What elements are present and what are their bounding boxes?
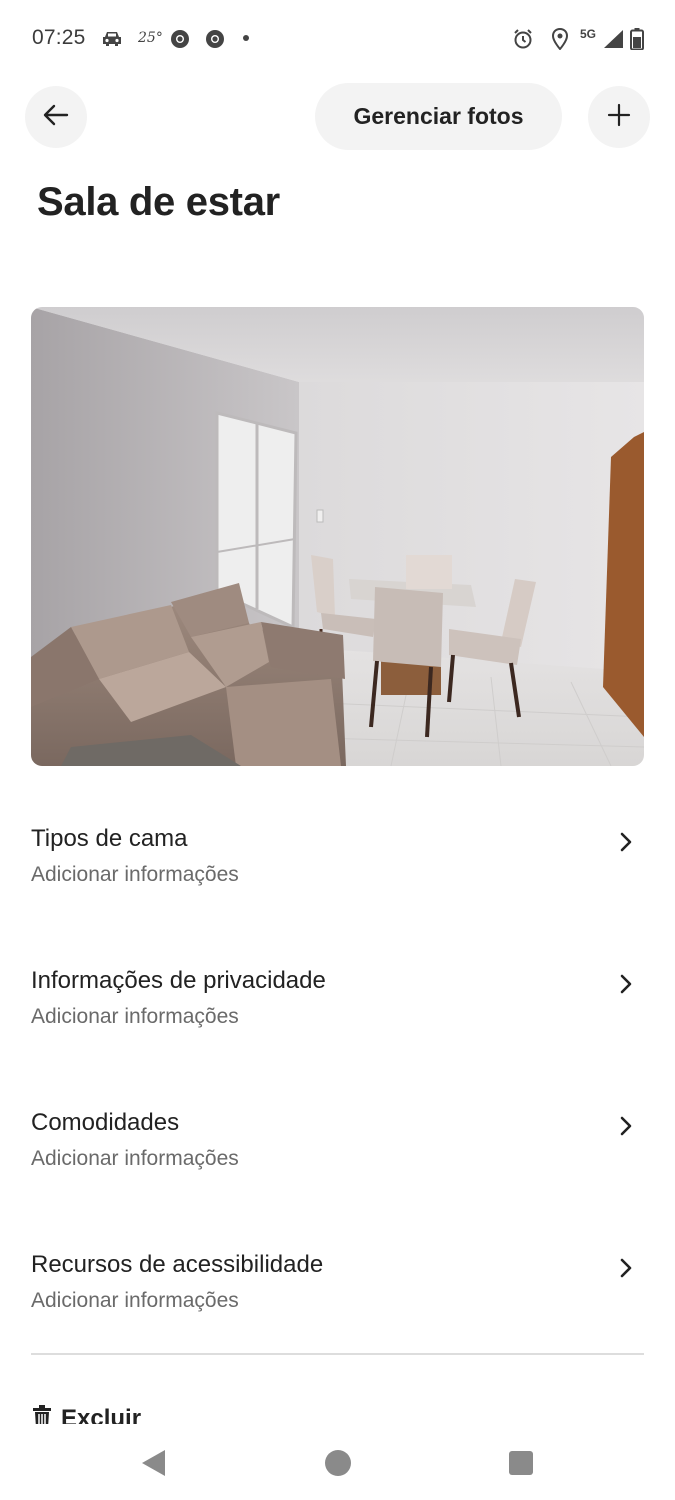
manage-photos-label: Gerenciar fotos [353,103,524,129]
recents-square-icon[interactable] [509,1451,533,1475]
row-subtitle: Adicionar informações [31,1289,239,1312]
row-subtitle: Adicionar informações [31,863,239,886]
car-icon [100,26,124,52]
row-title: Tipos de cama [31,825,188,852]
add-button[interactable] [588,86,650,148]
notification-dot-icon [243,35,249,41]
chrome-icon [168,26,192,52]
status-bar: 07:25 25° 5G [0,0,675,80]
page-title: Sala de estar [37,180,280,224]
row-title: Comodidades [31,1109,180,1136]
row-subtitle: Adicionar informações [31,1147,239,1170]
list-item-bed-types[interactable]: Tipos de cama Adicionar informações [31,825,644,925]
signal-icon [602,26,624,52]
room-photo[interactable] [31,307,644,766]
list-item-accessibility[interactable]: Recursos de acessibilidade Adicionar inf… [31,1251,644,1351]
chevron-right-icon [616,971,636,997]
home-circle-icon[interactable] [325,1450,351,1476]
back-triangle-icon[interactable] [142,1450,165,1476]
chevron-right-icon [616,1255,636,1281]
divider [31,1353,644,1355]
list-item-amenities[interactable]: Comodidades Adicionar informações [31,1109,644,1209]
network-type-text: 5G [580,27,597,41]
chrome-icon [203,26,227,52]
plus-icon [607,103,631,132]
row-title: Informações de privacidade [31,967,326,994]
alarm-icon [511,26,535,52]
row-title: Recursos de acessibilidade [31,1251,324,1278]
back-button[interactable] [25,86,87,148]
manage-photos-button[interactable]: Gerenciar fotos [315,83,562,150]
chevron-right-icon [616,829,636,855]
status-time: 07:25 [32,26,86,49]
row-subtitle: Adicionar informações [31,1005,239,1028]
chevron-right-icon [616,1113,636,1139]
arrow-left-icon [43,104,69,131]
battery-icon [629,26,645,52]
location-icon [548,26,572,52]
list-item-privacy-info[interactable]: Informações de privacidade Adicionar inf… [31,967,644,1067]
temperature-text: 25° [138,30,163,46]
